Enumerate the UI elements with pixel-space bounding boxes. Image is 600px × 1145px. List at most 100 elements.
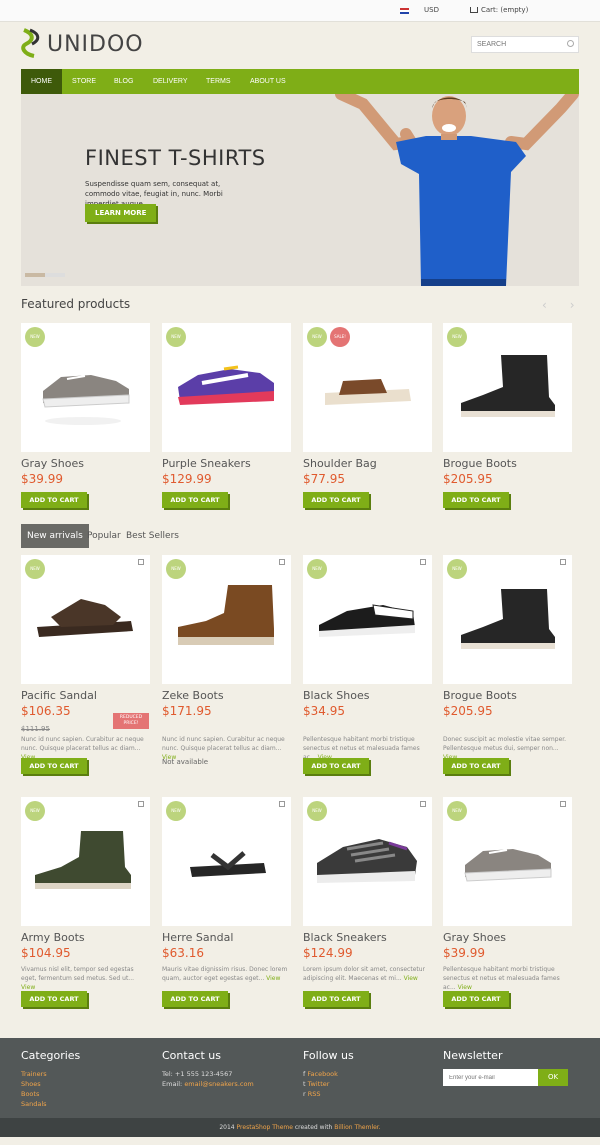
product-name[interactable]: Zeke Boots [162,689,224,702]
product-price: $39.99 [443,946,485,960]
compare-checkbox[interactable] [560,801,566,807]
facebook-label: Facebook [307,1070,338,1078]
add-to-cart-button[interactable]: ADD TO CART [21,991,87,1007]
nav-item-terms[interactable]: TERMS [206,69,231,94]
compare-checkbox[interactable] [560,559,566,565]
search-box [471,36,579,53]
cart-icon[interactable] [470,7,478,13]
copyright-bar: 2014 PrestaShop Theme created with Billi… [0,1118,600,1137]
slider-pagination[interactable] [25,273,65,277]
product-image[interactable]: NEW [21,555,150,684]
nav-item-blog[interactable]: BLOG [114,69,133,94]
tab-new-arrivals[interactable]: New arrivals [21,524,89,548]
nav-item-store[interactable]: STORE [72,69,96,94]
theme-link[interactable]: PrestaShop Theme [237,1124,293,1131]
product-name[interactable]: Black Sneakers [303,931,387,944]
product-name[interactable]: Black Shoes [303,689,369,702]
search-input[interactable] [472,37,564,52]
category-link[interactable]: Sandals [21,1099,47,1109]
add-to-cart-button[interactable]: ADD TO CART [162,991,228,1007]
product-card: NEW Zeke Boots $171.95 Nunc id nunc sapi… [162,555,291,780]
phone-text: Tel: +1 555 123-4567 [162,1070,233,1078]
prev-arrow-icon[interactable]: ‹ [542,298,547,312]
next-arrow-icon[interactable]: › [570,298,575,312]
add-to-cart-button[interactable]: ADD TO CART [303,492,369,508]
search-icon[interactable] [567,40,574,47]
new-badge: NEW [307,327,327,347]
currency-selector[interactable]: USD [424,6,439,14]
logo-text: UNIDOO [47,32,144,57]
rss-link[interactable]: r RSS [303,1089,338,1099]
new-badge: NEW [25,801,45,821]
category-link[interactable]: Boots [21,1089,47,1099]
product-description: Lorem ipsum dolor sit amet, consectetur … [303,965,432,983]
compare-checkbox[interactable] [420,559,426,565]
view-link[interactable]: View [458,984,472,991]
product-image[interactable]: NEW [21,797,150,926]
compare-checkbox[interactable] [138,559,144,565]
product-image[interactable]: NEW [303,555,432,684]
product-image[interactable]: NEW [443,797,572,926]
product-name[interactable]: Gray Shoes [21,457,84,470]
nav-item-home[interactable]: HOME [21,69,62,94]
product-card: NEW Army Boots $104.95 Vivamus nisl elit… [21,797,150,1012]
slider-dot-active[interactable] [25,273,45,277]
author-link[interactable]: Billion Themler. [334,1124,380,1131]
email-link[interactable]: email@sneakers.com [184,1080,253,1088]
cart-link[interactable]: Cart: (empty) [481,6,528,14]
newsletter-ok-button[interactable]: OK [538,1069,568,1086]
product-name[interactable]: Brogue Boots [443,689,517,702]
product-image[interactable]: NEW SALE! [303,323,432,452]
product-name[interactable]: Gray Shoes [443,931,506,944]
tab-best-sellers[interactable]: Best Sellers [126,524,179,548]
add-to-cart-button[interactable]: ADD TO CART [443,991,509,1007]
product-description: Mauris vitae dignissim risus. Donec lore… [162,965,291,983]
product-image[interactable]: NEW [303,797,432,926]
product-image[interactable]: NEW [162,323,291,452]
add-to-cart-button[interactable]: ADD TO CART [21,492,87,508]
add-to-cart-button[interactable]: ADD TO CART [162,492,228,508]
add-to-cart-button[interactable]: ADD TO CART [443,758,509,774]
product-image[interactable]: NEW [21,323,150,452]
learn-more-button[interactable]: LEARN MORE [85,204,157,222]
new-badge: NEW [447,327,467,347]
add-to-cart-button[interactable]: ADD TO CART [443,492,509,508]
email-label: Email: [162,1080,183,1088]
product-name[interactable]: Brogue Boots [443,457,517,470]
product-name[interactable]: Army Boots [21,931,85,944]
compare-checkbox[interactable] [138,801,144,807]
facebook-icon: f [303,1070,306,1078]
compare-checkbox[interactable] [279,559,285,565]
product-image[interactable]: NEW [162,555,291,684]
product-image[interactable]: NEW [443,555,572,684]
logo[interactable]: UNIDOO [20,28,150,62]
add-to-cart-button[interactable]: ADD TO CART [303,991,369,1007]
twitter-link[interactable]: t Twitter [303,1079,338,1089]
compare-checkbox[interactable] [279,801,285,807]
add-to-cart-button[interactable]: ADD TO CART [303,758,369,774]
product-image[interactable]: NEW [162,797,291,926]
view-link[interactable]: View [404,975,418,982]
category-link[interactable]: Trainers [21,1069,47,1079]
product-name[interactable]: Purple Sneakers [162,457,251,470]
add-to-cart-button[interactable]: ADD TO CART [21,758,87,774]
category-link[interactable]: Shoes [21,1079,47,1089]
product-name[interactable]: Shoulder Bag [303,457,377,470]
view-link[interactable]: View [21,984,35,991]
product-name[interactable]: Pacific Sandal [21,689,97,702]
facebook-link[interactable]: f Facebook [303,1069,338,1079]
featured-product-card: NEW Purple Sneakers $129.99 ADD TO CART [162,323,291,513]
newsletter-email-input[interactable] [443,1069,538,1086]
product-card: NEW Brogue Boots $205.95 Donec suscipit … [443,555,572,780]
us-flag-icon[interactable] [400,8,409,14]
product-name[interactable]: Herre Sandal [162,931,233,944]
nav-item-delivery[interactable]: DELIVERY [153,69,188,94]
tab-popular[interactable]: Popular [87,524,121,548]
nav-item-about-us[interactable]: ABOUT US [250,69,286,94]
sale-badge: SALE! [330,327,350,347]
compare-checkbox[interactable] [420,801,426,807]
view-link[interactable]: View [266,975,280,982]
product-price: $77.95 [303,472,345,486]
product-card: NEW Black Shoes $34.95 Pellentesque habi… [303,555,432,780]
product-image[interactable]: NEW [443,323,572,452]
